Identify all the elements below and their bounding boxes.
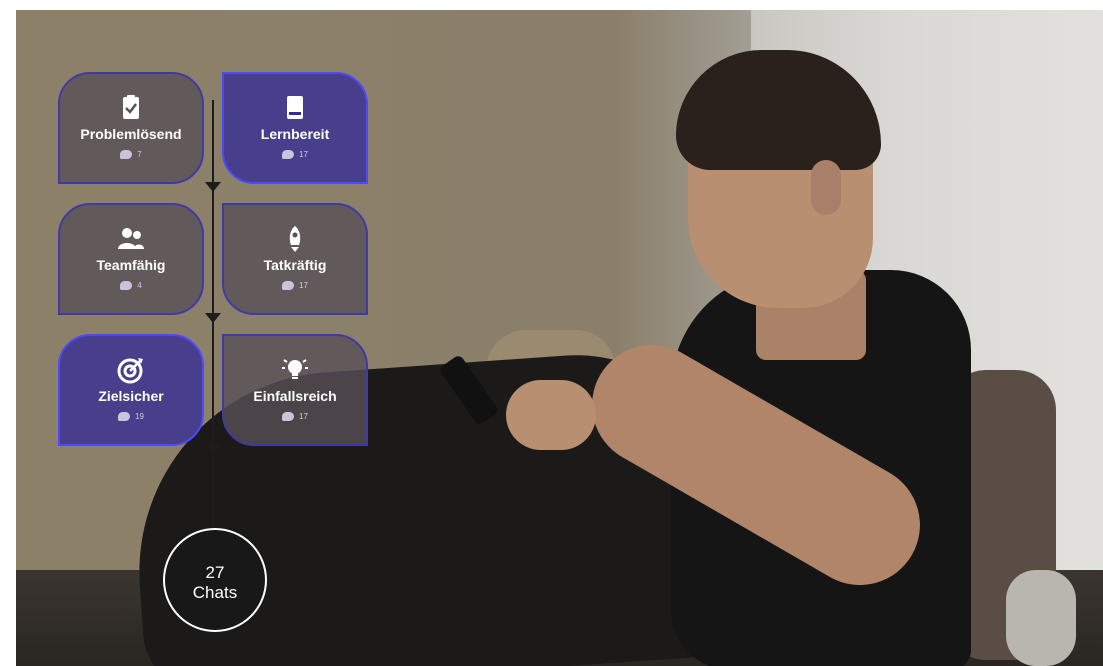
skill-label: Teamfähig <box>96 257 166 273</box>
skill-label: Problemlösend <box>80 126 182 142</box>
total-chats-badge: 27 Chats <box>163 528 267 632</box>
person-ear <box>811 160 841 215</box>
clipboard-check-icon <box>123 95 139 119</box>
chat-count: 7 <box>120 150 142 159</box>
total-chats-count: 27 <box>205 563 225 582</box>
chat-count-value: 17 <box>299 412 308 421</box>
chat-count: 17 <box>282 412 308 421</box>
skill-tile-einfallsreich[interactable]: Einfallsreich 17 <box>222 334 368 446</box>
chat-bubble-icon <box>282 412 295 421</box>
rocket-icon <box>289 226 301 252</box>
chat-bubble-icon <box>282 150 295 159</box>
chat-count: 17 <box>282 150 308 159</box>
chat-count-value: 17 <box>299 281 308 290</box>
chat-count: 17 <box>282 281 308 290</box>
target-icon <box>117 358 143 384</box>
person-hand <box>506 380 596 450</box>
chat-count-value: 17 <box>299 150 308 159</box>
skill-label: Zielsicher <box>98 388 164 404</box>
skill-tile-problemloesend[interactable]: Problemlösend 7 <box>58 72 204 184</box>
chat-bubble-icon <box>120 281 133 290</box>
users-icon <box>118 228 144 249</box>
chat-bubble-icon <box>120 150 133 159</box>
chat-count: 19 <box>118 412 144 421</box>
chat-bubble-icon <box>282 281 295 290</box>
chat-count-value: 7 <box>137 150 142 159</box>
total-chats-label: Chats <box>192 583 238 602</box>
tree-arrow <box>205 444 221 454</box>
lightbulb-icon <box>282 359 308 379</box>
tree-arrow <box>205 182 221 192</box>
skill-label: Tatkräftig <box>263 257 327 273</box>
tree-arrow <box>205 313 221 323</box>
skill-tile-zielsicher[interactable]: Zielsicher 19 <box>58 334 204 446</box>
pillow <box>1006 570 1076 666</box>
skill-label: Lernbereit <box>260 126 330 142</box>
skill-tile-lernbereit[interactable]: Lernbereit 17 <box>222 72 368 184</box>
skill-tile-teamfaehig[interactable]: Teamfähig 4 <box>58 203 204 315</box>
book-icon <box>287 96 303 119</box>
chat-count-value: 4 <box>137 281 142 290</box>
chat-count-value: 19 <box>135 412 144 421</box>
chat-count: 4 <box>120 281 142 290</box>
chat-bubble-icon <box>118 412 131 421</box>
skill-label: Einfallsreich <box>253 388 337 404</box>
skill-tile-tatkraeftig[interactable]: Tatkräftig 17 <box>222 203 368 315</box>
